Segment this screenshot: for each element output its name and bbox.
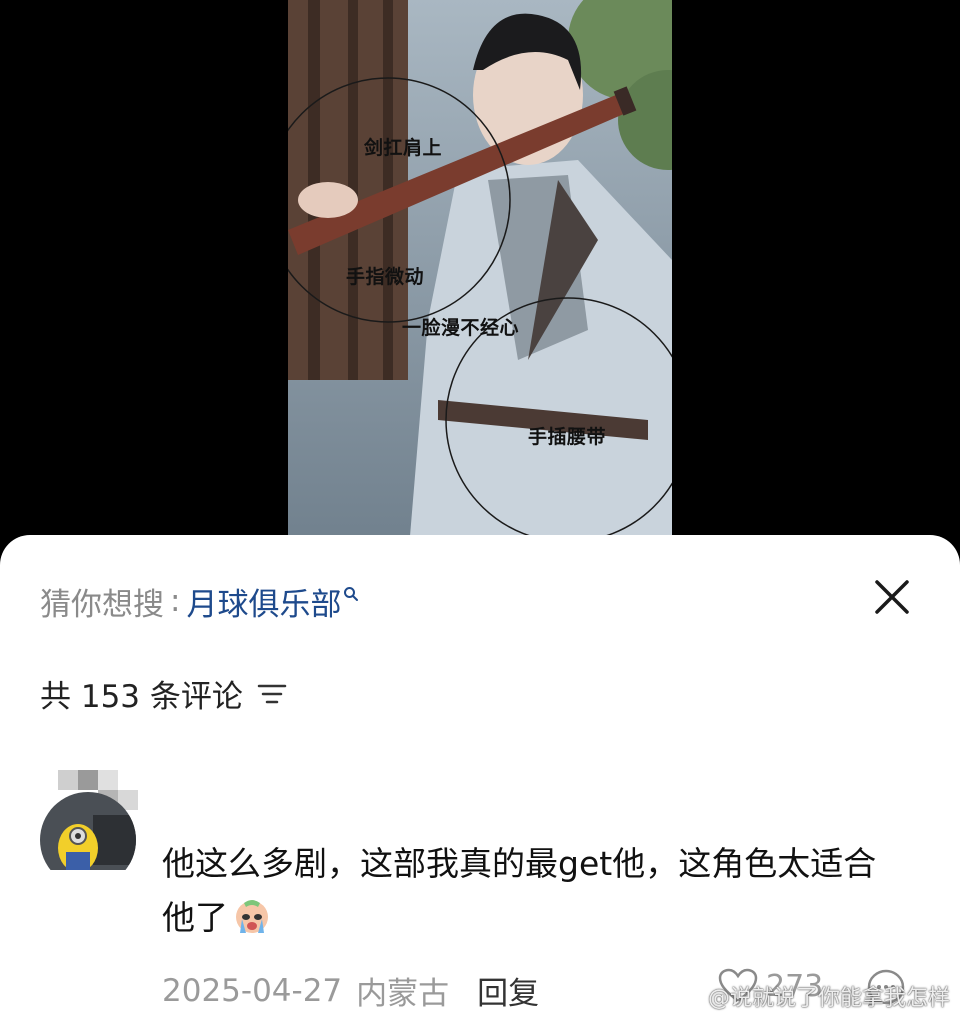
avatar-image — [40, 770, 138, 870]
crying-emoji-icon — [236, 900, 268, 933]
search-icon — [344, 587, 359, 601]
watermark: @说就说了你能拿我怎样 — [670, 980, 950, 1012]
close-icon[interactable] — [872, 577, 912, 617]
comment-meta: 2025-04-27 内蒙古 回复 — [162, 968, 539, 1013]
reply-button[interactable]: 回复 — [477, 968, 539, 1013]
search-suggestion-label: 猜你想搜 — [40, 586, 164, 623]
search-suggestion[interactable]: 猜你想搜 : 月球俱乐部 — [40, 579, 359, 623]
annotation-sword-on-shoulder: 剑扛肩上 — [364, 137, 443, 159]
search-suggestion-colon: : — [170, 583, 181, 619]
annotation-fingers-move: 手指微动 — [346, 266, 425, 288]
comment-count-header: 共 153 条评论 — [40, 671, 287, 716]
comment-date: 2025-04-27 — [162, 972, 343, 1009]
annotation-hand-in-belt: 手插腰带 — [528, 426, 607, 448]
video-frame[interactable]: 剑扛肩上 手指微动 一脸漫不经心 手插腰带 — [288, 0, 672, 560]
sort-icon[interactable] — [257, 683, 287, 705]
avatar[interactable] — [38, 770, 138, 870]
weibo-logo-icon — [670, 987, 702, 1007]
comment-location: 内蒙古 — [356, 976, 450, 1012]
comments-sheet: 猜你想搜 : 月球俱乐部 共 153 条评论 他这么多剧，这部我真的最get他，… — [0, 535, 960, 1020]
comment-body: 他这么多剧，这部我真的最get他，这角色太适合他了 — [162, 837, 902, 945]
watermark-text: @说就说了你能拿我怎样 — [707, 986, 950, 1011]
annotation-nonchalant-face: 一脸漫不经心 — [402, 317, 520, 339]
comment-count: 共 153 条评论 — [40, 679, 243, 715]
search-suggestion-term[interactable]: 月球俱乐部 — [186, 579, 341, 624]
